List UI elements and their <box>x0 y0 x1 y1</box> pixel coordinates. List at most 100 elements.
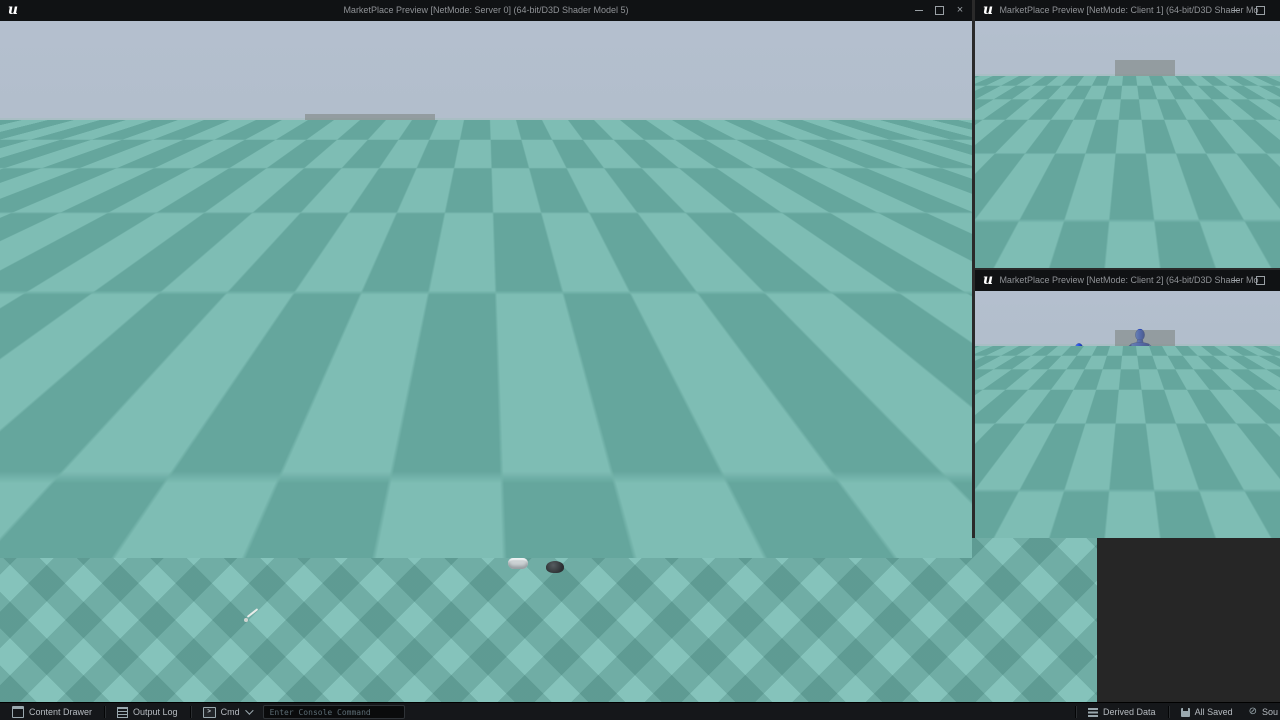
player-name-chip[interactable]: DEUS-222A3B6143E13F0 <box>35 506 143 520</box>
close-button[interactable]: × <box>951 0 969 21</box>
slider-handle[interactable] <box>978 433 990 440</box>
slider-handle[interactable] <box>978 163 990 170</box>
chat-tab[interactable]: PM <box>182 371 214 385</box>
chat-tab[interactable]: World <box>993 451 1013 458</box>
player-name-chip[interactable]: DEUS-FD46C62D4EFE290 <box>991 483 1042 490</box>
maximize-button[interactable] <box>930 0 948 21</box>
minimize-button[interactable] <box>1227 270 1245 291</box>
chat-tab[interactable]: > <box>1043 452 1049 457</box>
game-viewport-client1[interactable]: My Group Battle group fun <box>975 21 1280 268</box>
group-item[interactable]: Battle group <box>1117 149 1173 154</box>
chat-tab[interactable]: FChat <box>0 371 38 385</box>
chat-tab[interactable]: > <box>1043 182 1049 187</box>
player-name-chip[interactable]: DEUS-5B93D28142FDFB4 <box>991 507 1042 514</box>
player-name-chip[interactable]: DEUS-5B93D28142FDFB4 <box>991 533 1042 538</box>
chat-tab[interactable]: > <box>1077 182 1083 187</box>
group-item[interactable]: fun <box>1117 425 1173 430</box>
chat-tab[interactable]: FChat <box>975 181 993 188</box>
chat-scrollbar[interactable] <box>407 391 422 394</box>
player-name-chip[interactable]: DEUS-5B93D28142FDFB4 <box>35 456 143 470</box>
group-item[interactable]: admin group <box>308 342 432 354</box>
unlock-icon[interactable] <box>1167 414 1171 417</box>
chat-tab[interactable]: My Group <box>81 371 141 385</box>
group-item[interactable]: My Group <box>308 284 432 296</box>
chat-tab[interactable]: > <box>217 373 229 383</box>
game-viewport-server[interactable]: My Group Battle group fun <box>0 21 972 558</box>
source-control-button[interactable]: ⊘ Sou <box>1245 703 1280 720</box>
chat-tab[interactable]: > <box>1077 452 1083 457</box>
chat-distance-slider[interactable] <box>12 285 15 353</box>
unlock-icon[interactable] <box>1167 446 1171 449</box>
all-saved-button[interactable]: All Saved <box>1169 703 1245 720</box>
group-item[interactable]: only music <box>1117 175 1173 180</box>
player-name-chip[interactable]: DEUS-222A3B6143E13F0 <box>35 420 143 434</box>
unlock-icon[interactable] <box>1167 157 1171 160</box>
unlock-icon[interactable] <box>1167 439 1171 442</box>
group-item[interactable]: My Group <box>1117 142 1173 147</box>
unlock-icon[interactable] <box>420 359 428 365</box>
unlock-icon[interactable] <box>1167 144 1171 147</box>
group-item[interactable]: TEST <box>1117 162 1173 167</box>
player-name-chip[interactable]: DEUS-FD46C62D4EFE290 <box>991 213 1042 220</box>
unlock-icon[interactable] <box>1167 433 1171 436</box>
minimize-button[interactable] <box>910 0 928 21</box>
cmd-dropdown[interactable]: > Cmd <box>191 703 263 720</box>
output-log-button[interactable]: Output Log <box>105 703 190 720</box>
player-name-chip[interactable]: DEUS-222A3B6143E13F0 <box>991 514 1042 521</box>
unlock-icon[interactable] <box>420 330 428 336</box>
unlock-icon[interactable] <box>1167 163 1171 166</box>
group-item[interactable]: Battle group <box>308 298 432 310</box>
derived-data-button[interactable]: Derived Data <box>1076 703 1168 720</box>
unlock-icon[interactable] <box>420 345 428 351</box>
send-message-button[interactable] <box>1168 531 1179 538</box>
titlebar-client1[interactable]: u MarketPlace Preview [NetMode: Client 1… <box>975 0 1280 21</box>
chat-tab[interactable]: World <box>993 181 1013 188</box>
chat-message-area[interactable]: 23:09:43 DEUS-222A3B6143E13F0 Hi people … <box>975 188 1180 268</box>
unlock-icon[interactable] <box>420 287 428 293</box>
player-name-chip[interactable]: DEUS-5B93D28142FDFB4 <box>35 546 143 558</box>
player-name-chip[interactable]: DEUS-FD46C62D4EFE290 <box>991 524 1042 531</box>
chat-tab[interactable]: FChat <box>975 451 993 458</box>
slider-handle[interactable] <box>5 336 24 345</box>
group-item[interactable]: My Group <box>1117 412 1173 417</box>
group-item[interactable]: only music <box>1117 445 1173 450</box>
chat-tab[interactable]: PM <box>1060 451 1075 458</box>
chat-tab[interactable]: PM <box>1060 181 1075 188</box>
group-item[interactable]: Battle group <box>1117 419 1173 424</box>
maximize-button[interactable] <box>1251 270 1269 291</box>
chat-message-area[interactable]: 23:09:43 DEUS-222A3B6143E13F0 Hi people … <box>975 458 1180 538</box>
group-item[interactable]: fun <box>1117 155 1173 160</box>
player-name-chip[interactable]: DEUS-222A3B6143E13F0 <box>35 473 143 487</box>
player-name-chip[interactable]: DEUS-FD46C62D4EFE290 <box>991 254 1042 261</box>
unlock-icon[interactable] <box>1167 427 1171 430</box>
chat-message-area[interactable]: 23:09:43 DEUS-222A3B6143E13F0 Hi people … <box>0 385 435 558</box>
chat-tab[interactable]: World <box>38 371 81 385</box>
minimize-button[interactable] <box>1227 0 1245 21</box>
player-name-chip[interactable]: DEUS-5B93D28142FDFB4 <box>991 491 1042 498</box>
chat-tab[interactable]: + <box>165 373 177 383</box>
game-viewport-client2[interactable]: My Group Battle group fun <box>975 291 1280 538</box>
group-item[interactable]: admin group <box>1117 168 1173 173</box>
player-name-chip[interactable]: DEUS-222A3B6143E13F0 <box>991 244 1042 251</box>
player-name-chip[interactable]: DEUS-222A3B6143E13F0 <box>991 474 1042 481</box>
player-name-chip[interactable]: DEUS-222A3B6143E13F0 <box>991 499 1042 506</box>
unlock-icon[interactable] <box>420 316 428 322</box>
chat-distance-slider[interactable] <box>982 403 984 445</box>
unlock-icon[interactable] <box>1167 150 1171 153</box>
unlock-icon[interactable] <box>1167 420 1171 423</box>
unlock-icon[interactable] <box>1167 169 1171 172</box>
chat-tab[interactable]: + <box>1052 182 1058 187</box>
unlock-icon[interactable] <box>1167 176 1171 179</box>
player-name-chip[interactable]: DEUS-222A3B6143E13F0 <box>991 204 1042 211</box>
group-item[interactable]: TEST <box>1117 432 1173 437</box>
console-command-input[interactable] <box>263 705 405 719</box>
chat-tab[interactable]: + <box>1052 452 1058 457</box>
player-name-chip[interactable]: DEUS-FD46C62D4EFE290 <box>35 440 143 454</box>
content-drawer-button[interactable]: Content Drawer <box>0 703 104 720</box>
group-item[interactable]: only music <box>308 356 432 368</box>
player-name-chip[interactable]: DEUS-5B93D28142FDFB4 <box>991 221 1042 228</box>
send-message-button[interactable] <box>409 540 433 556</box>
player-name-chip[interactable]: DEUS-5B93D28142FDFB4 <box>991 263 1042 268</box>
send-message-button[interactable] <box>1168 261 1179 268</box>
group-item[interactable]: admin group <box>1117 438 1173 443</box>
